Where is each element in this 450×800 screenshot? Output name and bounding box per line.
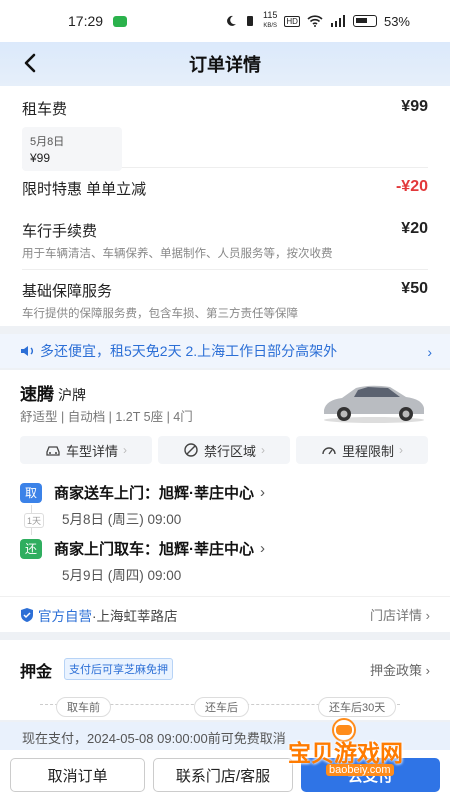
moon-icon — [227, 15, 237, 26]
store-badge: 官方自营 — [38, 608, 92, 624]
no-entry-icon — [184, 443, 198, 457]
discount-amount: -¥20 — [395, 178, 428, 195]
car-plate: 沪牌 — [58, 387, 86, 403]
restricted-zone-button[interactable]: 禁行区域 › — [158, 436, 290, 464]
return-time: 5月9日 (周四) 09:00 — [62, 568, 182, 583]
fee-row-handling: 车行手续费 ¥20 用于车辆清洁、车辆保养、单据制作、人员服务等，按次收费 — [22, 210, 428, 270]
rental-duration: 1天 — [24, 513, 45, 528]
car-icon — [46, 446, 60, 456]
net-speed: 115 KB/S — [263, 10, 278, 30]
return-title: 商家上门取车：旭辉·莘庄中心 — [54, 541, 254, 558]
battery-icon — [352, 15, 377, 27]
watermark-text: 宝贝游戏网 — [288, 741, 403, 767]
fee-row-protection: 基础保障服务 ¥50 车行提供的保障服务费，包含车损、第三方责任等保障 — [22, 270, 428, 326]
fee-amount: ¥20 — [401, 220, 428, 237]
vibrate-icon — [247, 16, 254, 26]
deposit-card: 押金 支付后可享芝麻免押 押金政策 › 取车前 还车后 还车后30天 — [0, 640, 450, 720]
chip-price: ¥99 — [30, 151, 51, 165]
chip-date: 5月8日 — [30, 136, 65, 148]
promo-text: 多还便宜，租5天免2天 2.上海工作日部分高架外 — [40, 343, 338, 359]
promo-banner[interactable]: 多还便宜，租5天免2天 2.上海工作日部分高架外 › — [0, 334, 450, 368]
fee-description: 车行提供的保障服务费，包含车损、第三方责任等保障 — [22, 308, 298, 320]
battery-percent: 53% — [383, 13, 410, 29]
fee-label: 租车费 — [22, 101, 68, 118]
status-time: 17:29 — [68, 13, 104, 29]
wechat-icon — [113, 15, 128, 27]
pill-label: 禁行区域 — [203, 443, 256, 459]
status-icons: 115 KB/S HD 53% — [225, 11, 432, 31]
deposit-badge: 支付后可享芝麻免押 — [64, 658, 173, 680]
deposit-policy-link[interactable]: 押金政策 › — [370, 660, 430, 679]
deposit-title: 押金 — [20, 664, 53, 681]
daily-price-chip: 5月8日 ¥99 — [22, 127, 122, 171]
nav-header: 订单详情 — [0, 42, 450, 86]
chevron-right-icon: › — [427, 344, 432, 360]
signal-icon — [330, 15, 345, 27]
store-row: 官方自营 ·上海虹莘路店 门店详情 › — [0, 596, 450, 632]
speaker-icon — [21, 346, 33, 356]
return-info[interactable]: 还商家上门取车：旭辉·莘庄中心 › 5月9日 (周四) 09:00 — [20, 538, 265, 583]
timeline-node: 还车后30天 — [318, 697, 397, 717]
chevron-right-icon: › — [260, 540, 265, 557]
store-name: ·上海虹莘路店 — [92, 608, 178, 624]
back-arrow-icon[interactable] — [20, 52, 42, 74]
car-image — [324, 385, 424, 423]
shield-check-icon — [21, 607, 33, 622]
watermark-url: baobeiy.com — [326, 764, 394, 776]
fee-row-discount: 限时特惠 单单立减 -¥20 — [22, 168, 428, 210]
car-name: 速腾 沪牌 — [20, 385, 86, 404]
gauge-icon — [322, 447, 336, 455]
pill-label: 车型详情 — [65, 443, 118, 459]
fee-description: 用于车辆清洁、车辆保养、单据制作、人员服务等，按次收费 — [22, 248, 333, 260]
pickup-title: 商家送车上门：旭辉·莘庄中心 — [54, 485, 254, 502]
return-tag: 还 — [20, 538, 42, 559]
page-title: 订单详情 — [189, 55, 261, 75]
pickup-time: 5月8日 (周三) 09:00 — [62, 512, 182, 527]
car-info-pills: 车型详情 › 禁行区域 › 里程限制 › — [20, 436, 428, 464]
chevron-right-icon: › — [260, 484, 265, 501]
car-spec: 舒适型 | 自动档 | 1.2T 5座 | 4门 — [20, 410, 193, 424]
fee-label: 限时特惠 单单立减 — [22, 181, 147, 198]
timeline-node: 取车前 — [56, 697, 111, 717]
pill-label: 里程限制 — [341, 443, 394, 459]
car-card: 速腾 沪牌 舒适型 | 自动档 | 1.2T 5座 | 4门 车型详情 › 禁行区域… — [0, 370, 450, 632]
wifi-icon — [307, 15, 323, 27]
car-details-button[interactable]: 车型详情 › — [20, 436, 152, 464]
store-details-link[interactable]: 门店详情 › — [370, 605, 430, 624]
fee-label: 车行手续费 — [22, 223, 98, 240]
cancel-order-button[interactable]: 取消订单 — [10, 758, 146, 792]
status-bar: 17:29 115 KB/S HD 53% — [0, 0, 450, 42]
fee-label: 基础保障服务 — [22, 283, 113, 300]
hd-icon: HD — [284, 15, 300, 27]
pickup-tag: 取 — [20, 482, 42, 503]
timeline-node: 还车后 — [194, 697, 249, 717]
pickup-info[interactable]: 取商家送车上门：旭辉·莘庄中心 › 5月8日 (周三) 09:00 — [20, 482, 265, 527]
chevron-right-icon: › — [399, 443, 403, 457]
fee-breakdown: 租车费 ¥99 5月8日 ¥99 限时特惠 单单立减 -¥20 车行手续费 ¥2… — [0, 86, 450, 326]
chevron-right-icon: › — [261, 443, 265, 457]
mileage-limit-button[interactable]: 里程限制 › — [296, 436, 428, 464]
fee-amount: ¥99 — [401, 98, 428, 115]
chevron-right-icon: › — [123, 443, 127, 457]
fee-amount: ¥50 — [401, 280, 428, 297]
fee-row-rental: 租车费 ¥99 5月8日 ¥99 — [22, 86, 428, 171]
